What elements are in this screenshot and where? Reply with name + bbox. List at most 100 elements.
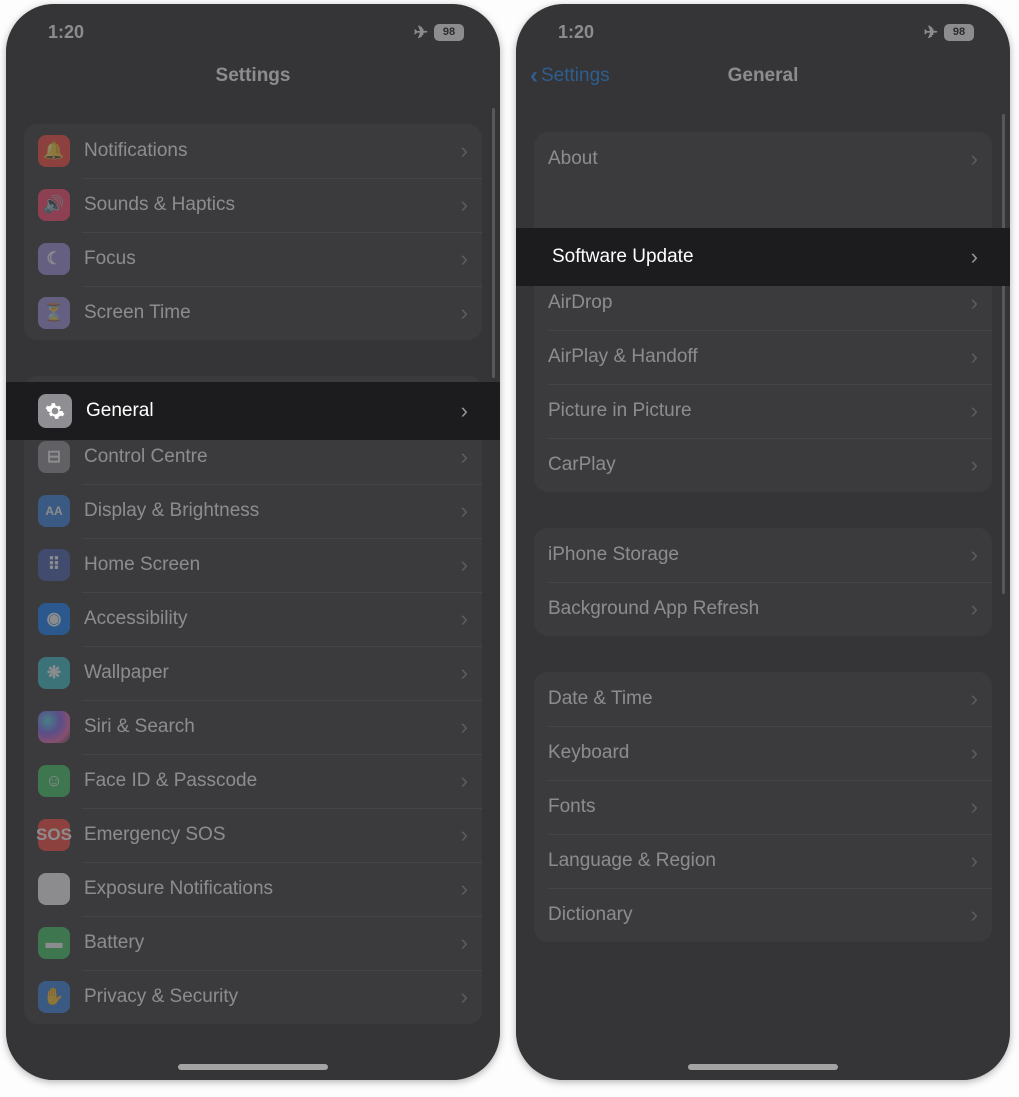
row-label: Notifications: [84, 140, 461, 162]
settings-row-face-id-passcode[interactable]: ☺ Face ID & Passcode›: [24, 754, 482, 808]
row-label: Background App Refresh: [548, 598, 971, 620]
row-label: About: [548, 148, 971, 170]
row-label: Keyboard: [548, 742, 971, 764]
settings-row-accessibility[interactable]: ◉ Accessibility›: [24, 592, 482, 646]
row-label: Fonts: [548, 796, 971, 818]
general-row-language-region[interactable]: Language & Region›: [534, 834, 992, 888]
general-row-software-update[interactable]: Software Update ›: [516, 228, 1010, 286]
chevron-right-icon: ›: [461, 822, 468, 848]
chevron-right-icon: ›: [461, 768, 468, 794]
settings-row-exposure-notifications[interactable]: ⊛Exposure Notifications›: [24, 862, 482, 916]
switches-icon: ⊟: [38, 441, 70, 473]
battery-badge: 98: [944, 24, 974, 41]
settings-row-screen-time[interactable]: ⏳ Screen Time›: [24, 286, 482, 340]
general-row-carplay[interactable]: CarPlay›: [534, 438, 992, 492]
row-label: Date & Time: [548, 688, 971, 710]
settings-row-wallpaper[interactable]: ❋Wallpaper›: [24, 646, 482, 700]
home-indicator[interactable]: [688, 1064, 838, 1070]
settings-row-focus[interactable]: ☾ Focus›: [24, 232, 482, 286]
page-title: Settings: [216, 65, 291, 87]
settings-row-notifications[interactable]: 🔔 Notifications›: [24, 124, 482, 178]
chevron-right-icon: ›: [461, 444, 468, 470]
battery-icon: ▬: [38, 927, 70, 959]
airplane-icon: ✈︎: [414, 24, 428, 41]
home-indicator[interactable]: [178, 1064, 328, 1070]
row-label: Siri & Search: [84, 716, 461, 738]
speaker-icon: 🔊: [38, 189, 70, 221]
chevron-right-icon: ›: [461, 138, 468, 164]
row-label: Accessibility: [84, 608, 461, 630]
row-label: Sounds & Haptics: [84, 194, 461, 216]
row-label: Screen Time: [84, 302, 461, 324]
row-label: Language & Region: [548, 850, 971, 872]
chevron-left-icon: ‹: [530, 64, 538, 88]
chevron-right-icon: ›: [971, 740, 978, 766]
settings-row-home-screen[interactable]: ⠿Home Screen›: [24, 538, 482, 592]
chevron-right-icon: ›: [971, 902, 978, 928]
settings-row-battery[interactable]: ▬Battery›: [24, 916, 482, 970]
chevron-right-icon: ›: [461, 192, 468, 218]
face-icon: ☺: [38, 765, 70, 797]
settings-row-display-brightness[interactable]: AA Display & Brightness›: [24, 484, 482, 538]
row-label: Picture in Picture: [548, 400, 971, 422]
general-row-dictionary[interactable]: Dictionary›: [534, 888, 992, 942]
chevron-right-icon: ›: [971, 290, 978, 316]
virus-icon: ⊛: [38, 873, 70, 905]
hourglass-icon: ⏳: [38, 297, 70, 329]
battery-badge: 98: [434, 24, 464, 41]
chevron-right-icon: ›: [971, 344, 978, 370]
chevron-right-icon: ›: [971, 596, 978, 622]
row-label: Emergency SOS: [84, 824, 461, 846]
general-row-background-app-refresh[interactable]: Background App Refresh›: [534, 582, 992, 636]
row-label: Focus: [84, 248, 461, 270]
row-label: AirPlay & Handoff: [548, 346, 971, 368]
general-row-airplay-handoff[interactable]: AirPlay & Handoff›: [534, 330, 992, 384]
settings-row-general[interactable]: General ›: [6, 382, 500, 440]
general-row-date-time[interactable]: Date & Time›: [534, 672, 992, 726]
row-label: Display & Brightness: [84, 500, 461, 522]
general-row-picture-in-picture[interactable]: Picture in Picture›: [534, 384, 992, 438]
settings-row-privacy-security[interactable]: ✋Privacy & Security›: [24, 970, 482, 1024]
status-bar: 1:20 ✈︎ 98: [6, 4, 500, 52]
chevron-right-icon: ›: [461, 606, 468, 632]
chevron-right-icon: ›: [461, 660, 468, 686]
person-icon: ◉: [38, 603, 70, 635]
status-time: 1:20: [558, 22, 594, 43]
chevron-right-icon: ›: [461, 246, 468, 272]
row-label: Battery: [84, 932, 461, 954]
settings-list[interactable]: 🔔Notifications›🔊Sounds & Haptics›☾Focus›…: [6, 104, 500, 1080]
row-label: Home Screen: [84, 554, 461, 576]
chevron-right-icon: ›: [971, 794, 978, 820]
chevron-right-icon: ›: [461, 876, 468, 902]
general-row-about[interactable]: About›: [534, 132, 992, 186]
page-title: General: [728, 65, 799, 87]
general-row-iphone-storage[interactable]: iPhone Storage›: [534, 528, 992, 582]
settings-row-emergency-sos[interactable]: SOSEmergency SOS›: [24, 808, 482, 862]
row-label: AirDrop: [548, 292, 971, 314]
moon-icon: ☾: [38, 243, 70, 275]
gear-icon: [38, 394, 72, 428]
chevron-right-icon: ›: [461, 714, 468, 740]
settings-row-sounds-haptics[interactable]: 🔊 Sounds & Haptics›: [24, 178, 482, 232]
settings-row-siri-search[interactable]: Siri & Search›: [24, 700, 482, 754]
general-row-keyboard[interactable]: Keyboard›: [534, 726, 992, 780]
bell-icon: 🔔: [38, 135, 70, 167]
chevron-right-icon: ›: [971, 452, 978, 478]
chevron-right-icon: ›: [461, 498, 468, 524]
settings-screen: 1:20 ✈︎ 98 Settings 🔔Notifications›🔊Soun…: [6, 4, 500, 1080]
row-label: Face ID & Passcode: [84, 770, 461, 792]
chevron-right-icon: ›: [971, 398, 978, 424]
aa-icon: AA: [38, 495, 70, 527]
chevron-right-icon: ›: [971, 244, 978, 270]
settings-row-label: General: [86, 400, 461, 422]
general-row-fonts[interactable]: Fonts›: [534, 780, 992, 834]
back-button[interactable]: ‹ Settings: [530, 64, 610, 88]
flower-icon: ❋: [38, 657, 70, 689]
row-label: iPhone Storage: [548, 544, 971, 566]
general-row-label: Software Update: [552, 246, 971, 268]
scroll-indicator: [492, 108, 495, 378]
row-label: Control Centre: [84, 446, 461, 468]
nav-header: ‹ Settings General: [516, 52, 1010, 100]
chevron-right-icon: ›: [461, 300, 468, 326]
scroll-indicator: [1002, 114, 1005, 594]
